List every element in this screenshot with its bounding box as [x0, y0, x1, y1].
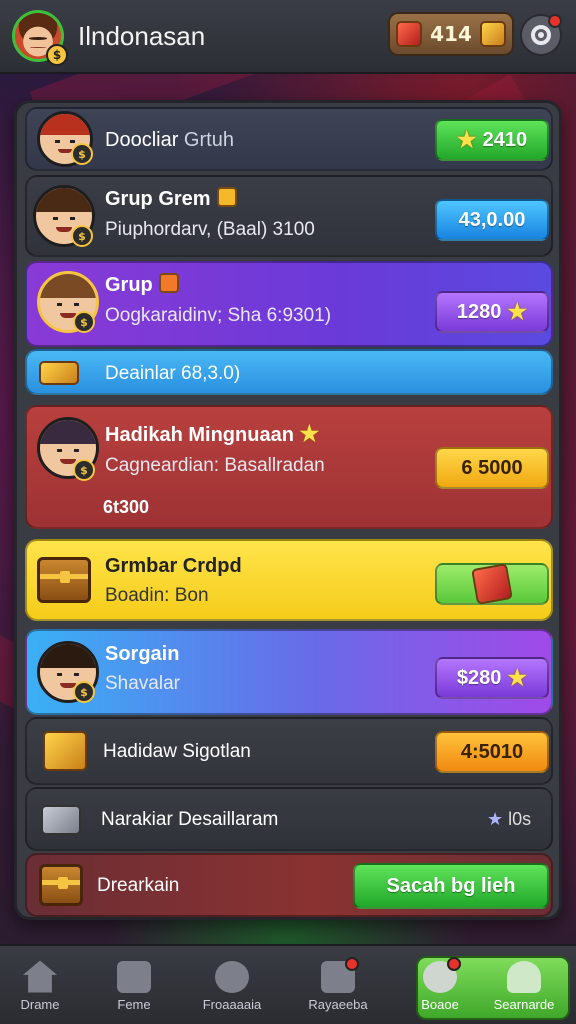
reward-button-label: 2410 [482, 128, 528, 151]
gold-bars-icon [39, 361, 79, 385]
item-subtitle: Grtuh [183, 129, 234, 151]
reward-button-label: $280 [456, 666, 502, 689]
item-title: Drearkain [97, 875, 180, 896]
currency-counter[interactable]: 414 [388, 12, 514, 56]
gem-icon [396, 21, 423, 47]
nav-label: Searnarde [493, 996, 555, 1012]
list-item[interactable]: Hadidaw Sigotlan 4:5010 [25, 717, 553, 785]
badge-icon [423, 956, 461, 993]
rewards-icon [321, 956, 359, 993]
item-title: Narakiar Desaillaram [101, 809, 279, 830]
star-icon: ★ [507, 665, 528, 690]
coin-badge-icon: $ [46, 44, 68, 66]
item-subtitle: Shavalar [105, 673, 180, 694]
currency-value: 414 [430, 22, 472, 46]
level-badge-icon: $ [73, 681, 95, 703]
top-bar: $ Ilndonasan 414 [0, 0, 576, 74]
star-icon: ★ [299, 421, 320, 446]
profile-icon [507, 960, 541, 993]
list-item[interactable]: Deainlar 68,3.0) [25, 349, 553, 395]
gift-icon [158, 273, 179, 293]
reward-button[interactable]: ★ 2410 [435, 119, 549, 161]
list-item[interactable]: $ Grup Grem Piuphordarv, (Baal) 3100 43,… [25, 175, 553, 257]
gift-icon [216, 187, 237, 207]
price-button[interactable]: 6 5000 [435, 447, 549, 489]
notification-dot [447, 956, 461, 971]
item-extra: 6t300 [103, 497, 150, 517]
price-button-label: 43,0.00 [458, 208, 526, 231]
nav-item-home[interactable]: Drame [0, 952, 88, 1020]
level-badge-icon: $ [71, 143, 93, 165]
item-title: Doocliar [105, 129, 179, 151]
settings-button[interactable] [520, 14, 562, 56]
nav-label: Boaoe [421, 996, 459, 1012]
shop-icon [117, 960, 151, 993]
star-icon: ★ [507, 299, 528, 324]
item-subtitle: Piuphordarv, (Baal) 3100 [105, 219, 315, 240]
item-subtitle: Boadin: Bon [105, 585, 209, 606]
nav-item-rewards[interactable]: Rayaeeba [290, 952, 386, 1020]
chest-icon [479, 21, 506, 47]
nav-item-badge[interactable]: Boaoe [392, 952, 488, 1020]
item-title: Grup Grem [105, 188, 211, 210]
nav-label: Feme [117, 996, 151, 1012]
search-icon [215, 960, 249, 993]
nav-item-search[interactable]: Froaaaaia [184, 952, 280, 1020]
list-item[interactable]: Drearkain Sacah bg lieh [25, 853, 553, 917]
player-avatar[interactable]: $ [12, 10, 68, 66]
action-button[interactable]: Sacah bg lieh [353, 863, 549, 909]
list-panel: $ Doocliar Grtuh ★ 2410 $ Grup Grem Piup… [14, 100, 562, 920]
price-button[interactable]: 4:5010 [435, 731, 549, 773]
reward-button[interactable]: $280 ★ [435, 657, 549, 699]
reward-button-label: 1280 [456, 300, 502, 323]
action-button-label: Sacah bg lieh [386, 874, 516, 897]
list-item[interactable]: Grmbar Crdpd Boadin: Bon [25, 539, 553, 621]
price-button-label: 6 5000 [461, 456, 523, 479]
item-title: Hadidaw Sigotlan [103, 741, 251, 762]
item-title: Grmbar Crdpd [105, 555, 242, 577]
treasure-chest-icon [39, 864, 83, 906]
settings-icon [531, 25, 551, 45]
nav-label: Rayaeeba [308, 996, 368, 1012]
app-title: Ilndonasan [78, 20, 206, 51]
reward-button[interactable]: 1280 ★ [435, 291, 549, 333]
count-label: ★ l0s [487, 809, 531, 830]
item-title: Grup [105, 274, 153, 296]
notification-dot [345, 956, 359, 971]
home-icon [23, 960, 57, 993]
item-subtitle: Cagneardian: Basallradan [105, 455, 325, 476]
dice-icon [471, 563, 513, 605]
treasure-chest-icon [37, 557, 91, 603]
list-item[interactable]: $ Doocliar Grtuh ★ 2410 [25, 107, 553, 171]
level-badge-icon: $ [73, 459, 95, 481]
count-value: l0s [508, 809, 532, 829]
item-subtitle: Deainlar 68,3.0) [105, 363, 241, 384]
list-item[interactable]: $ Grup Oogkaraidinv; Sha 6:9301) 1280 ★ [25, 261, 553, 347]
item-subtitle: Oogkaraidinv; Sha 6:9301) [105, 305, 332, 326]
nav-item-profile[interactable]: Searnarde [476, 952, 572, 1020]
level-badge-icon: $ [73, 311, 95, 333]
star-icon: ★ [456, 127, 477, 152]
nav-label: Drame [20, 996, 60, 1012]
nav-label: Froaaaaia [202, 996, 262, 1012]
star-icon: ★ [487, 809, 504, 829]
item-title: Sorgain [105, 643, 180, 665]
notification-dot [548, 14, 562, 28]
list-item[interactable]: Narakiar Desaillaram ★ l0s [25, 787, 553, 851]
nav-item-shop[interactable]: Feme [86, 952, 182, 1020]
gold-block-icon [43, 731, 87, 771]
item-title: Hadikah Mingnuaan [105, 424, 294, 446]
list-item[interactable]: $ Hadikah Mingnuaan ★ Cagneardian: Basal… [25, 405, 553, 529]
claim-button[interactable] [435, 563, 549, 605]
price-button[interactable]: 43,0.00 [435, 199, 549, 241]
bottom-nav: Drame Feme Froaaaaia Rayaeeba Boaoe Sear… [0, 944, 576, 1024]
list-item[interactable]: $ Sorgain Shavalar $280 ★ [25, 629, 553, 715]
price-button-label: 4:5010 [460, 740, 524, 763]
level-badge-icon: $ [71, 225, 93, 247]
key-icon [41, 805, 81, 835]
